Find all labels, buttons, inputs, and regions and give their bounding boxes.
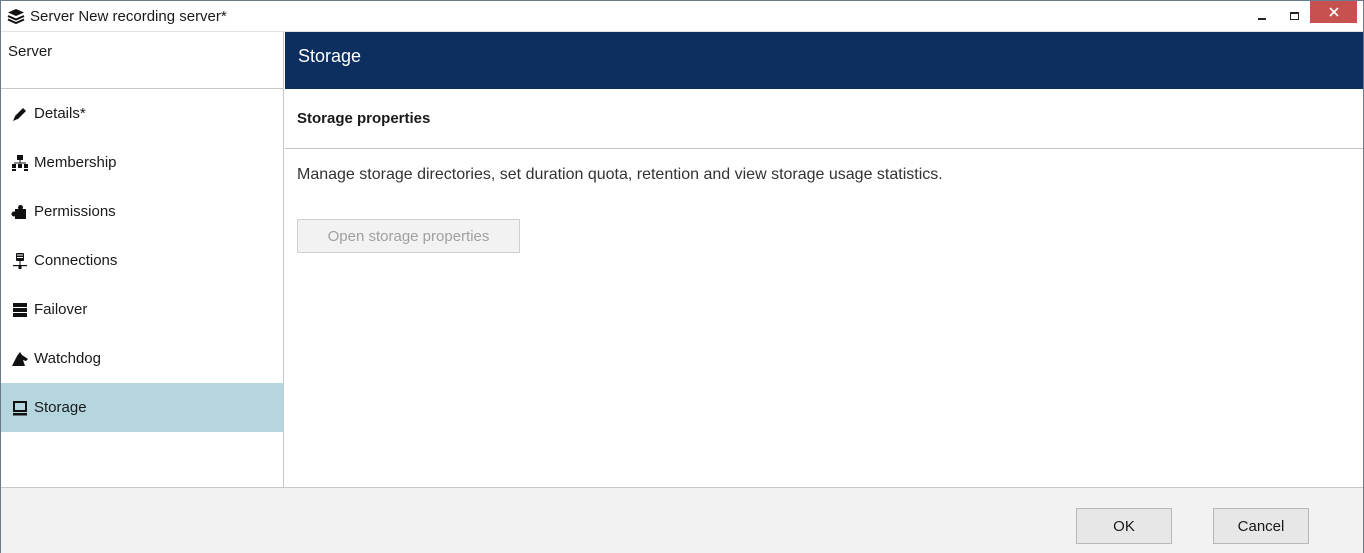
maximize-button[interactable] xyxy=(1278,1,1310,31)
hierarchy-icon xyxy=(10,153,30,173)
server-rack-icon xyxy=(10,300,30,320)
sidebar-item-storage[interactable]: Storage xyxy=(1,383,283,432)
main-content: Storage Storage properties Manage storag… xyxy=(285,32,1363,487)
puzzle-icon xyxy=(10,202,30,222)
sidebar-item-connections[interactable]: Connections xyxy=(1,236,283,285)
sidebar-item-label: Connections xyxy=(34,252,118,269)
sidebar-item-label: Membership xyxy=(34,154,117,171)
open-storage-properties-button[interactable]: Open storage properties xyxy=(297,219,520,253)
page-title: Storage xyxy=(285,32,1363,89)
sidebar-item-watchdog[interactable]: Watchdog xyxy=(1,334,283,383)
dialog-footer: OK Cancel xyxy=(1,487,1363,553)
drive-icon xyxy=(10,398,30,418)
close-button[interactable] xyxy=(1310,1,1357,23)
sidebar-header: Server xyxy=(1,32,283,89)
pencil-icon xyxy=(10,104,30,124)
close-icon xyxy=(1328,7,1339,17)
sidebar-item-membership[interactable]: Membership xyxy=(1,138,283,187)
cancel-button[interactable]: Cancel xyxy=(1213,508,1309,544)
title-bar[interactable]: Server New recording server* xyxy=(1,1,1363,32)
window-controls xyxy=(1246,1,1363,31)
sidebar-item-label: Permissions xyxy=(34,203,116,220)
sidebar-item-failover[interactable]: Failover xyxy=(1,285,283,334)
sidebar-item-label: Details* xyxy=(34,105,86,122)
section-description: Manage storage directories, set duration… xyxy=(297,166,943,183)
window-title: Server New recording server* xyxy=(30,7,227,25)
sidebar-item-permissions[interactable]: Permissions xyxy=(1,187,283,236)
dialog-window: Server New recording server* Server Deta… xyxy=(0,0,1364,553)
sidebar-item-label: Watchdog xyxy=(34,350,101,367)
network-icon xyxy=(10,251,30,271)
dog-icon xyxy=(10,349,30,369)
section-title: Storage properties xyxy=(285,89,1363,149)
server-stack-icon xyxy=(5,5,27,27)
maximize-icon xyxy=(1289,12,1299,20)
sidebar: Server Details* Membership Permissions C… xyxy=(1,32,284,487)
ok-button[interactable]: OK xyxy=(1076,508,1172,544)
minimize-button[interactable] xyxy=(1246,1,1278,31)
sidebar-item-label: Storage xyxy=(34,399,87,416)
sidebar-item-label: Failover xyxy=(34,301,88,318)
sidebar-item-details[interactable]: Details* xyxy=(1,89,283,138)
minimize-icon xyxy=(1258,18,1266,20)
